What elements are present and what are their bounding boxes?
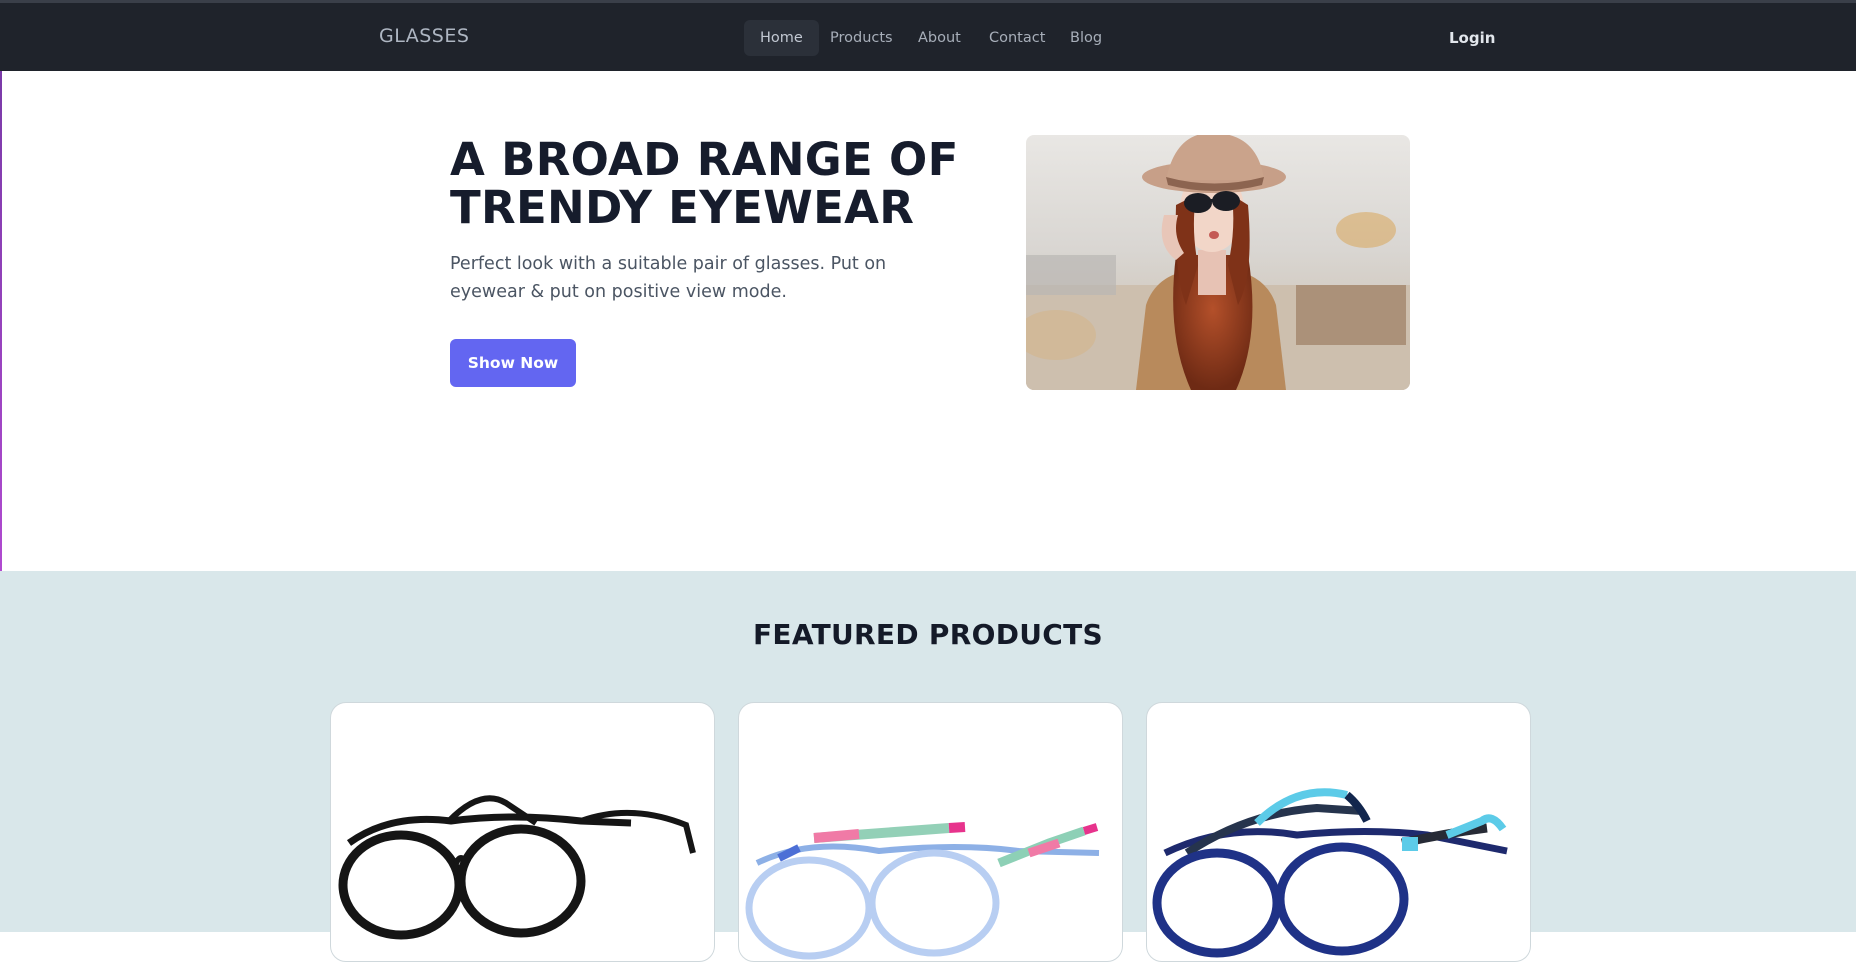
featured-products-section: FEATURED PRODUCTS: [0, 571, 1856, 962]
hero-description: Perfect look with a suitable pair of gla…: [450, 254, 887, 302]
nav-item-home[interactable]: Home: [744, 20, 819, 56]
woman-with-sunglasses-photo: [1026, 135, 1410, 390]
black-round-glasses-image: [338, 795, 696, 940]
page-edge-accent: [0, 71, 2, 571]
hero-title: A BROAD RANGE OF TRENDY EYEWEAR: [450, 136, 970, 232]
login-link[interactable]: Login: [1449, 20, 1495, 56]
product-card[interactable]: [738, 702, 1123, 962]
product-card[interactable]: [330, 702, 715, 962]
hero-title-line-2: TRENDY EYEWEAR: [450, 181, 915, 234]
nav-item-contact[interactable]: Contact: [973, 20, 1061, 56]
featured-products-title: FEATURED PRODUCTS: [752, 618, 1104, 651]
brand-logo[interactable]: GLASSES: [379, 25, 469, 47]
hero-photo: [1026, 135, 1410, 390]
navy-blue-kids-glasses-image: [1152, 788, 1508, 958]
top-navbar: GLASSES Home Products About Contact Blog…: [0, 0, 1856, 71]
clear-pastel-kids-glasses-image: [745, 822, 1100, 960]
nav-item-blog[interactable]: Blog: [1054, 20, 1118, 56]
nav-item-products[interactable]: Products: [814, 20, 909, 56]
product-card[interactable]: [1146, 702, 1531, 962]
hero-title-line-1: A BROAD RANGE OF: [450, 133, 959, 186]
show-now-button[interactable]: Show Now: [450, 339, 576, 387]
nav-item-about[interactable]: About: [902, 20, 977, 56]
